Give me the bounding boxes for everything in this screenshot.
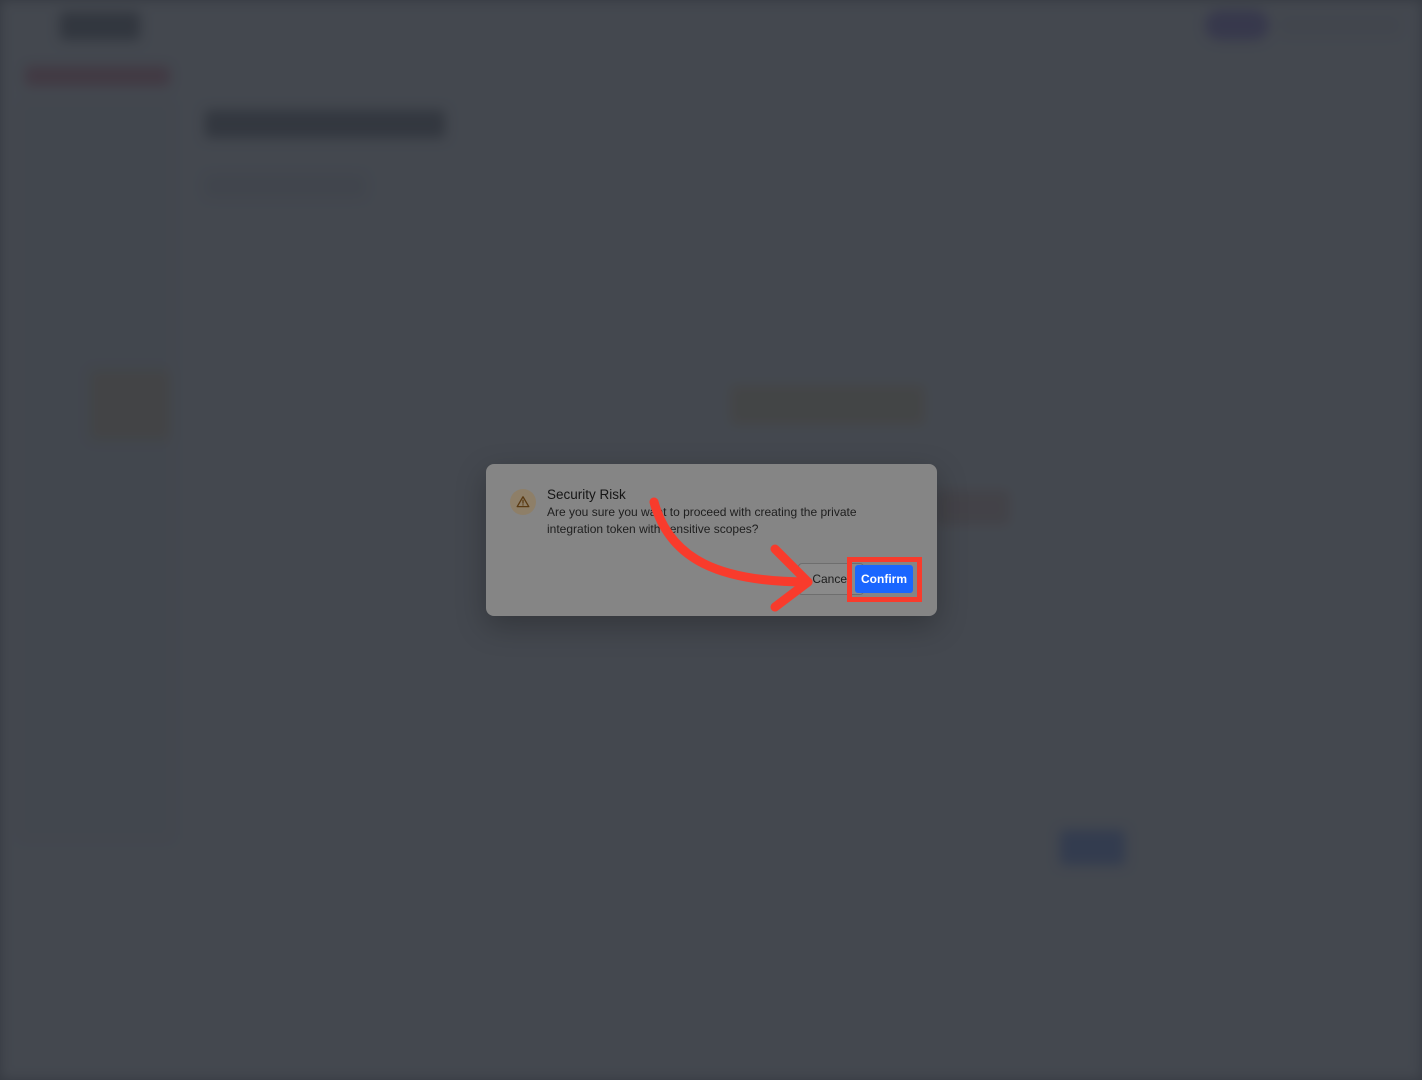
security-risk-dialog: Security Risk Are you sure you want to p…: [486, 464, 937, 616]
dialog-title: Security Risk: [547, 487, 626, 502]
warning-triangle-svg: [516, 496, 530, 508]
dialog-message: Are you sure you want to proceed with cr…: [547, 505, 857, 536]
warning-triangle-icon: [510, 489, 536, 515]
confirm-button[interactable]: Confirm: [855, 565, 913, 593]
